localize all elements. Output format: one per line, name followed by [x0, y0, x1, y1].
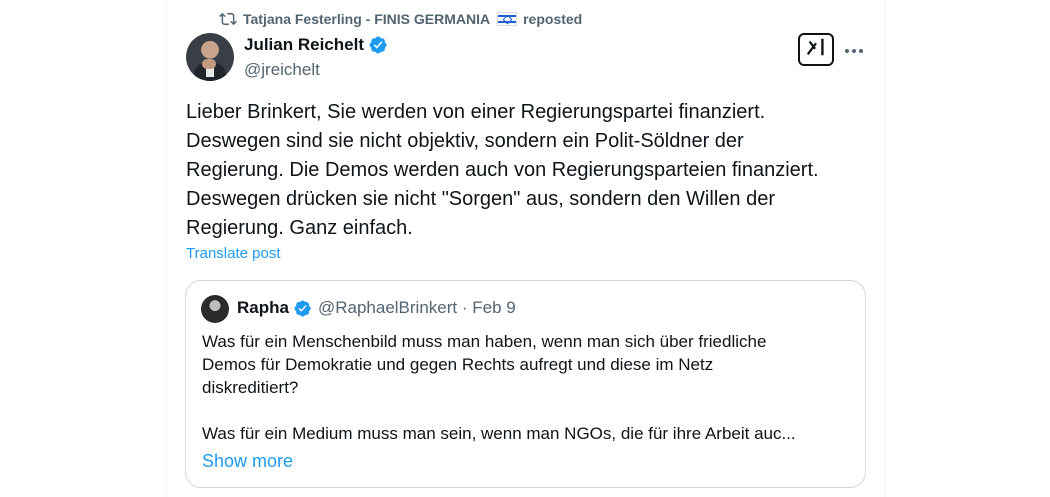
grok-icon [805, 36, 827, 63]
more-options-button[interactable] [842, 38, 866, 62]
quote-author-name[interactable]: Rapha [237, 298, 289, 318]
post-column: Tatjana Festerling - FINIS GERMANIA repo… [166, 0, 885, 497]
show-more-link[interactable]: Show more [202, 451, 293, 472]
quote-handle-date[interactable]: @RaphaelBrinkert · Feb 9 [318, 298, 516, 318]
grok-button[interactable] [798, 33, 834, 66]
translate-post-link[interactable]: Translate post [186, 245, 281, 262]
repost-suffix: reposted [523, 11, 583, 27]
quote-text: Was für ein Menschenbild muss man haben,… [202, 332, 796, 443]
flag-of-israel-icon [497, 12, 518, 26]
post-text: Lieber Brinkert, Sie werden von einer Re… [186, 101, 819, 239]
repost-indicator[interactable]: Tatjana Festerling - FINIS GERMANIA repo… [219, 9, 582, 29]
author-block: Julian Reichelt @jreichelt [244, 34, 388, 80]
author-name[interactable]: Julian Reichelt [244, 35, 364, 55]
more-icon [844, 41, 864, 59]
verified-badge-icon[interactable] [293, 299, 312, 318]
repost-icon [219, 10, 237, 28]
author-avatar[interactable] [186, 33, 234, 81]
quote-author-avatar[interactable] [201, 295, 229, 323]
repost-user-label[interactable]: Tatjana Festerling - FINIS GERMANIA [243, 11, 490, 27]
verified-badge-icon[interactable] [368, 35, 388, 55]
author-handle[interactable]: @jreichelt [244, 60, 388, 80]
quoted-post[interactable]: Rapha @RaphaelBrinkert · Feb 9 Was für e… [185, 280, 866, 488]
author-name-row: Julian Reichelt [244, 34, 388, 56]
quote-header: Rapha @RaphaelBrinkert · Feb 9 [237, 298, 516, 318]
